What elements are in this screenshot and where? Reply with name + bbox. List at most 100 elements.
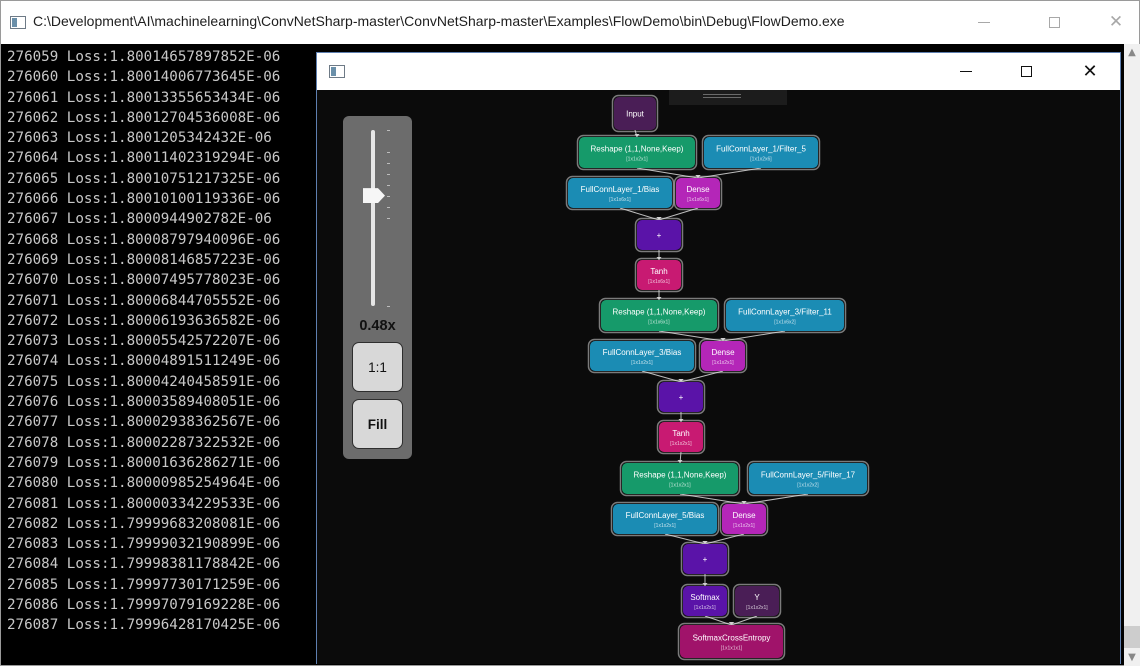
console-line: 276070 Loss:1.80007495778023E-06 (7, 272, 281, 289)
console-maximize-button[interactable] (1031, 1, 1077, 44)
graph-node-bias1[interactable]: FullConnLayer_1/Bias [1x1x6x1] (565, 175, 675, 211)
graph-node-bias5[interactable]: FullConnLayer_5/Bias [1x1x2x1] (610, 501, 720, 537)
flow-minimize-button[interactable] (943, 53, 989, 90)
flow-titlebar[interactable]: ✕ (317, 53, 1120, 90)
graph-node-bias3[interactable]: FullConnLayer_3/Bias [1x1x2x1] (587, 338, 697, 374)
scroll-up-arrow-icon[interactable]: ▲ (1124, 44, 1140, 61)
console-line: 276077 Loss:1.80002938362567E-06 (7, 414, 281, 431)
graph-node-add1[interactable]: + (634, 217, 684, 253)
graph-node-label: FullConnLayer_3/Filter_11 (738, 308, 832, 317)
graph-node-label: Dense (732, 511, 756, 520)
graph-node-shape: [1x1x2x1] (654, 523, 676, 529)
graph-node-label: FullConnLayer_3/Bias (603, 348, 682, 357)
graph-node-shape: [1x1x2x1] (670, 441, 692, 447)
graph-node-add3[interactable]: + (656, 379, 706, 415)
graph-node-label: + (657, 231, 662, 240)
console-line: 276086 Loss:1.79997079169228E-06 (7, 597, 281, 614)
graph-node-label: Tanh (650, 267, 667, 276)
graph-node-filter5[interactable]: FullConnLayer_5/Filter_17 [1x1x2x2] (746, 460, 870, 497)
graph-node-label: Reshape (1,1,None,Keep) (634, 471, 727, 480)
graph-node-dense1[interactable]: Dense [1x1x6x1] (673, 175, 723, 211)
console-line: 276072 Loss:1.80006193636582E-06 (7, 312, 281, 329)
graph-node-filter1[interactable]: FullConnLayer_1/Filter_5 [1x1x2x6] (701, 134, 821, 171)
graph-node-softmax[interactable]: Softmax [1x1x2x1] (680, 583, 730, 619)
graph-node-label: Y (754, 593, 760, 602)
graph-canvas[interactable]: 0.48x 1:1 Fill Input Reshape (1,1,None,Ke… (317, 90, 1120, 664)
console-minimize-button[interactable] (961, 1, 1007, 44)
graph-node-shape: [1x1x2x1] (746, 605, 768, 611)
graph-node-label: Reshape (1,1,None,Keep) (613, 308, 706, 317)
console-line: 276073 Loss:1.80005542572207E-06 (7, 333, 281, 350)
console-line: 276082 Loss:1.79999683208081E-06 (7, 515, 281, 532)
console-app-icon (10, 16, 26, 29)
console-line: 276083 Loss:1.79999032190899E-06 (7, 536, 281, 553)
console-close-button[interactable]: ✕ (1093, 1, 1139, 44)
graph-node-reshape1[interactable]: Reshape (1,1,None,Keep) [1x1x2x1] (576, 134, 698, 171)
graph-node-reshape2[interactable]: Reshape (1,1,None,Keep) [1x1x6x1] (598, 297, 720, 334)
graph-node-reshape3[interactable]: Reshape (1,1,None,Keep) [1x1x2x1] (619, 460, 741, 497)
graph-node-filter3[interactable]: FullConnLayer_3/Filter_11 [1x1x6x2] (723, 297, 847, 334)
console-line: 276065 Loss:1.80010751217325E-06 (7, 170, 281, 187)
graph-node-add5[interactable]: + (680, 541, 730, 577)
graph-node-dense5[interactable]: Dense [1x1x2x1] (719, 501, 769, 537)
console-line: 276066 Loss:1.80010100119336E-06 (7, 191, 281, 208)
console-line: 276060 Loss:1.80014006773645E-06 (7, 69, 281, 86)
graph-node-shape: [1x1x2x2] (797, 483, 819, 489)
graph-node-shape: [1x1x2x1] (626, 157, 648, 163)
close-icon: ✕ (1108, 12, 1124, 32)
console-scrollbar[interactable]: ▲ ▼ (1124, 44, 1140, 666)
console-window-title: C:\Development\AI\machinelearning\ConvNe… (33, 13, 845, 29)
flow-demo-window: ✕ 0.48x 1:1 Fill Input Reshape (1,1,None,… (316, 52, 1121, 664)
graph-node-label: FullConnLayer_1/Bias (581, 185, 660, 194)
console-line: 276061 Loss:1.80013355653434E-06 (7, 89, 281, 106)
graph-node-label: Softmax (690, 593, 719, 602)
graph-node-input[interactable]: Input (611, 94, 659, 133)
minimize-icon (960, 71, 972, 72)
console-line: 276087 Loss:1.79996428170425E-06 (7, 617, 281, 634)
graph-node-label: SoftmaxCrossEntropy (693, 634, 771, 643)
graph-node-shape: [1x1x2x1] (694, 605, 716, 611)
console-line: 276081 Loss:1.80000334229533E-06 (7, 495, 281, 512)
console-line: 276063 Loss:1.8001205342432E-06 (7, 130, 272, 147)
console-titlebar[interactable]: C:\Development\AI\machinelearning\ConvNe… (1, 1, 1139, 44)
graph-node-shape: [1x1x2x1] (733, 523, 755, 529)
console-line: 276059 Loss:1.80014657897852E-06 (7, 49, 281, 65)
graph-node-sce[interactable]: SoftmaxCrossEntropy [1x1x1x1] (677, 622, 786, 661)
console-line: 276068 Loss:1.80008797940096E-06 (7, 231, 281, 248)
console-output: 276059 Loss:1.80014657897852E-06 276060 L… (7, 47, 317, 636)
console-line: 276069 Loss:1.80008146857223E-06 (7, 251, 281, 268)
graph-node-shape: [1x1x2x1] (631, 360, 653, 366)
computation-graph: InputReshape (1,1,None,Keep)[1x1x2x1]Ful… (565, 94, 870, 661)
console-line: 276075 Loss:1.80004240458591E-06 (7, 373, 281, 390)
console-line: 276085 Loss:1.79997730171259E-06 (7, 576, 281, 593)
console-line: 276076 Loss:1.80003589408051E-06 (7, 394, 281, 411)
graph-node-label: Input (626, 110, 645, 119)
graph-node-label: + (679, 393, 684, 402)
console-line: 276062 Loss:1.80012704536008E-06 (7, 109, 281, 126)
maximize-icon (1048, 17, 1060, 28)
flow-close-button[interactable]: ✕ (1067, 53, 1113, 90)
scroll-down-arrow-icon[interactable]: ▼ (1124, 649, 1140, 666)
console-line: 276067 Loss:1.8000944902782E-06 (7, 211, 272, 228)
scrollbar-thumb[interactable] (1124, 626, 1140, 648)
graph-node-label: FullConnLayer_5/Bias (626, 511, 705, 520)
graph-node-label: FullConnLayer_5/Filter_17 (761, 471, 856, 480)
graph-node-tanh1[interactable]: Tanh [1x1x6x1] (634, 257, 684, 293)
console-line: 276079 Loss:1.80001636286271E-06 (7, 454, 281, 471)
graph-node-shape: [1x1x6x1] (648, 320, 670, 326)
graph-node-label: FullConnLayer_1/Filter_5 (716, 145, 806, 154)
graph-node-shape: [1x1x2x6] (750, 157, 772, 163)
flow-maximize-button[interactable] (1003, 53, 1049, 90)
graph-node-label: + (703, 555, 708, 564)
maximize-icon (1020, 66, 1032, 77)
graph-node-y[interactable]: Y [1x1x2x1] (732, 583, 782, 619)
graph-node-label: Reshape (1,1,None,Keep) (591, 145, 684, 154)
graph-node-shape: [1x1x2x1] (712, 360, 734, 366)
console-line: 276071 Loss:1.80006844705552E-06 (7, 292, 281, 309)
graph-node-shape: [1x1x1x1] (721, 646, 743, 652)
graph-node-shape: [1x1x6x2] (774, 320, 796, 326)
graph-node-dense3[interactable]: Dense [1x1x2x1] (698, 338, 748, 374)
minimize-icon (978, 22, 990, 23)
graph-node-tanh3[interactable]: Tanh [1x1x2x1] (656, 419, 706, 455)
graph-node-shape: [1x1x6x1] (609, 197, 631, 203)
